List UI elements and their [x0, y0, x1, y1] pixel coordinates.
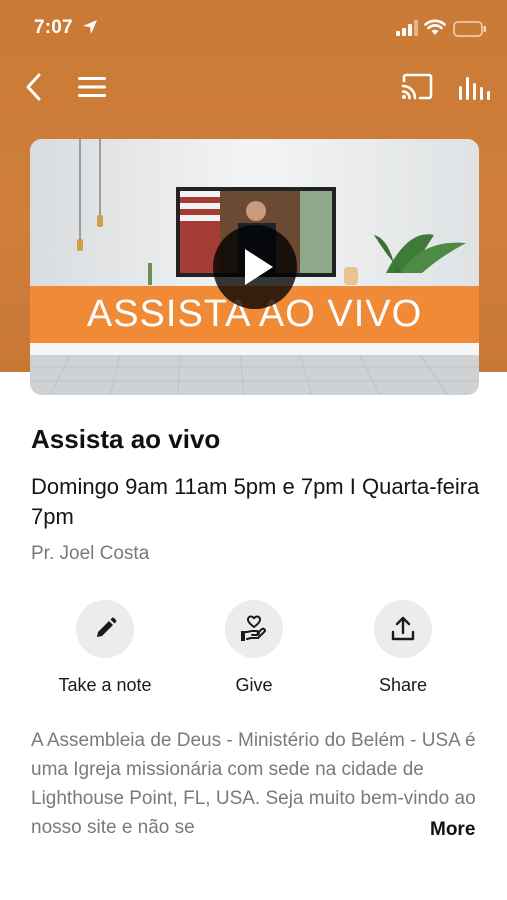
- share-circle[interactable]: [374, 600, 432, 658]
- play-icon: [245, 249, 273, 285]
- give-label: Give: [235, 675, 273, 695]
- wifi-icon: [424, 19, 446, 35]
- page-title: Assista ao vivo: [31, 424, 221, 454]
- take-note-label: Take a note: [58, 675, 152, 695]
- schedule-subtitle: Domingo 9am 11am 5pm e 7pm I Quarta-feir…: [31, 474, 480, 529]
- give-circle[interactable]: [225, 600, 283, 658]
- author-name: Pr. Joel Costa: [31, 543, 150, 564]
- take-note-circle[interactable]: [76, 600, 134, 658]
- hand-heart-icon: [241, 615, 266, 641]
- status-bar: 7:07: [0, 0, 507, 56]
- more-button[interactable]: More: [422, 815, 484, 844]
- location-arrow-icon: [83, 20, 97, 34]
- description-fade: [372, 815, 422, 844]
- cast-icon[interactable]: [400, 72, 434, 102]
- play-button[interactable]: [213, 225, 297, 309]
- back-chevron-icon[interactable]: [20, 70, 50, 104]
- give-button[interactable]: Give: [184, 600, 324, 700]
- hamburger-menu-icon[interactable]: [76, 74, 108, 100]
- live-video-thumbnail[interactable]: ASSISTA AO VIVO: [30, 139, 479, 395]
- take-note-button[interactable]: Take a note: [35, 600, 175, 700]
- cellular-signal-icon: [396, 20, 418, 36]
- share-label: Share: [378, 675, 428, 695]
- share-button[interactable]: Share: [333, 600, 473, 700]
- share-upload-icon: [391, 616, 415, 641]
- status-time: 7:07: [34, 17, 73, 38]
- battery-icon: [453, 21, 486, 37]
- audio-bars-icon[interactable]: [456, 72, 492, 102]
- pencil-icon: [97, 617, 117, 637]
